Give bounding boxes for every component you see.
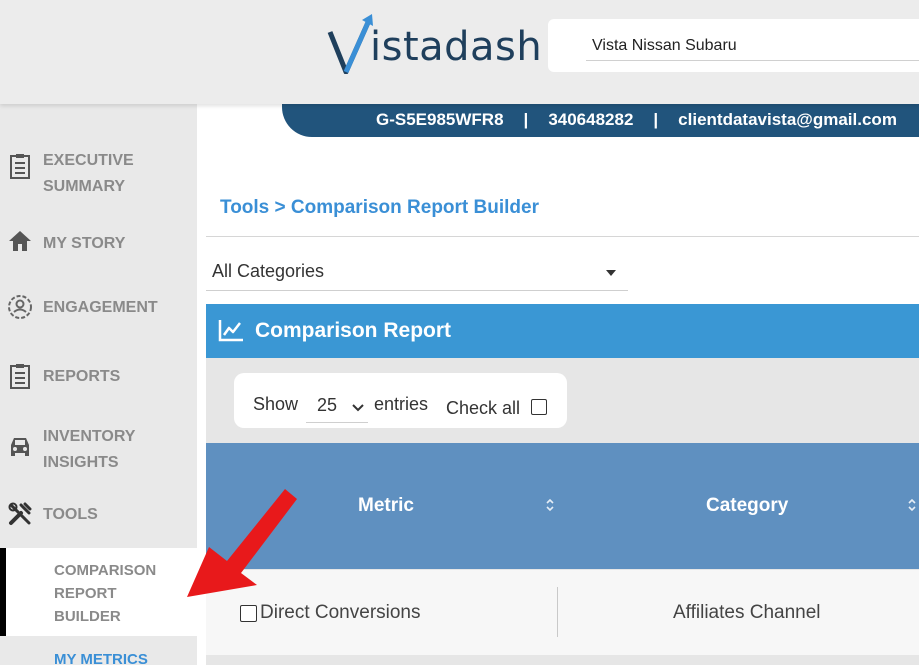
sidebar-item-my-story[interactable]: MY STORY <box>0 231 197 259</box>
column-divider <box>557 587 558 637</box>
sidebar-item-label: MY STORY <box>43 235 126 252</box>
ga-property-id: G-S5E985WFR8 <box>376 110 504 129</box>
sort-icon[interactable] <box>907 497 917 513</box>
line-chart-icon <box>218 320 243 342</box>
check-all-checkbox[interactable] <box>531 399 547 415</box>
logo-v-mark-icon <box>327 14 373 74</box>
home-icon <box>6 227 34 255</box>
table-row: Direct Conversions Affiliates Channel <box>206 570 919 655</box>
row-checkbox[interactable] <box>240 604 257 622</box>
tools-icon <box>6 500 34 528</box>
sidebar-item-label: EXECUTIVE <box>43 152 134 169</box>
column-header-category[interactable]: Category <box>706 495 788 517</box>
divider <box>206 236 919 237</box>
account-email: clientdatavista@gmail.com <box>678 110 897 129</box>
clipboard-icon <box>6 152 34 180</box>
sidebar-item-label: INSIGHTS <box>43 454 119 471</box>
sidebar-item-label: ENGAGEMENT <box>43 299 158 316</box>
top-header: istadash Vista Nissan Subaru <box>0 0 919 104</box>
sidebar-item-label: SUMMARY <box>43 178 126 195</box>
dealer-select[interactable]: Vista Nissan Subaru <box>586 33 919 61</box>
sidebar-item-label: INVENTORY <box>43 428 136 445</box>
breadcrumb: Tools > Comparison Report Builder <box>220 197 539 218</box>
chevron-down-icon <box>352 399 364 415</box>
entries-label: entries <box>374 394 429 414</box>
category-filter-select[interactable]: All Categories <box>206 257 628 291</box>
engagement-icon <box>6 293 34 321</box>
sidebar-subitem-label: MY METRICS <box>54 651 148 668</box>
metric-name: Direct Conversions <box>260 602 421 623</box>
sidebar-subitem-comparison-report-builder[interactable]: COMPARISON REPORT BUILDER <box>0 548 197 636</box>
sidebar-subitem-label: REPORT <box>54 585 117 602</box>
table-length-control: Show 25 entries Check all <box>234 373 567 428</box>
sidebar-subitem-label: COMPARISON <box>54 562 157 579</box>
comparison-report-header: Comparison Report <box>206 304 919 358</box>
check-all-label: Check all <box>446 398 521 418</box>
table-row-next <box>206 655 919 665</box>
car-icon <box>6 432 34 460</box>
sidebar-item-engagement[interactable]: ENGAGEMENT <box>0 295 197 323</box>
account-separator: | <box>523 110 529 129</box>
sidebar-item-executive-summary[interactable]: EXECUTIVE SUMMARY <box>0 152 197 204</box>
show-label: Show <box>253 394 299 414</box>
dealer-selector-box: Vista Nissan Subaru <box>548 19 919 72</box>
panel-title: Comparison Report <box>255 319 452 342</box>
logo-text: istadash <box>370 24 543 70</box>
caret-down-icon <box>606 270 616 276</box>
metric-cell[interactable]: Direct Conversions <box>240 602 421 624</box>
sidebar-subitem-my-metrics[interactable]: MY METRICS <box>0 640 197 668</box>
sidebar-item-label: TOOLS <box>43 506 98 523</box>
sidebar-item-tools[interactable]: TOOLS <box>0 502 197 530</box>
sidebar-item-inventory-insights[interactable]: INVENTORY INSIGHTS <box>0 428 197 480</box>
category-cell: Affiliates Channel <box>673 602 821 623</box>
entries-per-page-value: 25 <box>317 395 338 415</box>
vistadash-logo[interactable]: istadash <box>326 4 542 74</box>
category-filter-value: All Categories <box>212 261 325 281</box>
entries-per-page-select[interactable]: 25 <box>306 390 368 423</box>
sidebar-subitem-label: BUILDER <box>54 608 121 625</box>
account-separator: | <box>653 110 659 129</box>
sidebar-item-label: REPORTS <box>43 368 121 385</box>
clipboard-icon <box>6 362 34 390</box>
sidebar-item-reports[interactable]: REPORTS <box>0 364 197 392</box>
annotation-arrow-icon <box>187 489 297 597</box>
account-info-bar: G-S5E985WFR8 | 340648282 | clientdatavista@g… <box>282 104 919 137</box>
sort-icon[interactable] <box>545 497 555 513</box>
table-header: Metric Category <box>206 443 919 569</box>
account-number: 340648282 <box>548 110 634 129</box>
column-header-metric[interactable]: Metric <box>358 495 414 517</box>
